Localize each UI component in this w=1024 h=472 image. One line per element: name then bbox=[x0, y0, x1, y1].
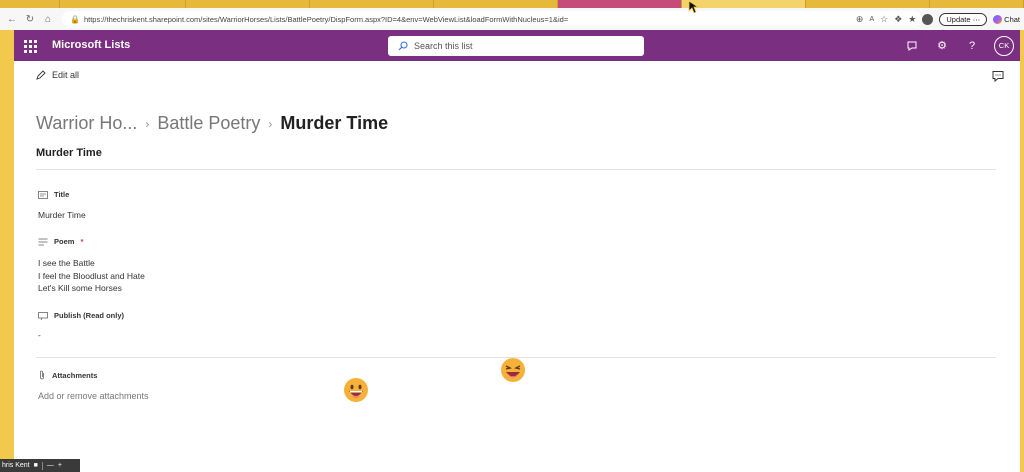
divider bbox=[41, 461, 43, 470]
poem-line: I feel the Bloodlust and Hate bbox=[38, 270, 145, 281]
browser-tab[interactable] bbox=[434, 0, 558, 8]
app-launcher-icon[interactable] bbox=[22, 38, 38, 54]
help-icon[interactable]: ? bbox=[964, 38, 980, 54]
breadcrumb-current-item: Murder Time bbox=[280, 113, 389, 133]
back-icon[interactable]: ← bbox=[4, 11, 20, 27]
calculated-field-icon bbox=[38, 311, 48, 320]
home-icon[interactable]: ⌂ bbox=[40, 11, 56, 27]
poem-line: I see the Battle bbox=[38, 258, 95, 268]
participant-name: hris Kent bbox=[2, 462, 30, 469]
favorite-star-icon[interactable]: ☆ bbox=[880, 14, 888, 25]
breadcrumb: Warrior Ho... › Battle Poetry › Murder T… bbox=[36, 113, 388, 134]
text-field-icon bbox=[38, 190, 48, 199]
zoom-icon[interactable]: ⊕ bbox=[856, 14, 864, 25]
mouse-cursor-icon bbox=[688, 0, 700, 14]
grinning-emoji-icon bbox=[344, 378, 368, 402]
pencil-icon bbox=[36, 70, 46, 80]
url-text: https://thechriskent.sharepoint.com/site… bbox=[83, 14, 569, 24]
poem-field-label: Poem * bbox=[38, 237, 83, 246]
poem-line: Let's Kill some Horses bbox=[38, 283, 122, 293]
breadcrumb-site-link[interactable]: Warrior Ho... bbox=[36, 113, 137, 134]
browser-toolbar-right: ⊕ A ☆ ❖ ★ Update ⋯ Chat bbox=[856, 11, 1020, 27]
settings-gear-icon[interactable]: ⚙ bbox=[934, 38, 950, 54]
command-bar: Edit all bbox=[14, 61, 1020, 91]
title-field-value: Murder Time bbox=[38, 210, 86, 220]
browser-tab-strip bbox=[0, 0, 1024, 8]
title-label-text: Title bbox=[54, 190, 70, 199]
laughing-emoji-icon bbox=[501, 358, 525, 382]
add-attachments-link[interactable]: Add or remove attachments bbox=[38, 391, 149, 401]
chat-button[interactable]: Chat bbox=[993, 14, 1020, 24]
required-marker: * bbox=[80, 237, 84, 246]
divider bbox=[36, 169, 996, 170]
browser-tab-active[interactable] bbox=[558, 0, 682, 8]
suite-bar: Microsoft Lists Search this list ⚙ ? CK bbox=[14, 30, 1020, 61]
item-title-heading: Murder Time bbox=[36, 147, 102, 159]
poem-label-text: Poem bbox=[54, 237, 75, 246]
refresh-icon[interactable]: ↻ bbox=[22, 11, 38, 27]
breadcrumb-list-link[interactable]: Battle Poetry bbox=[157, 113, 260, 134]
browser-tab[interactable] bbox=[310, 0, 434, 8]
comments-icon[interactable] bbox=[992, 70, 1004, 82]
lock-icon: 🔒 bbox=[70, 14, 80, 24]
profile-icon[interactable] bbox=[922, 13, 934, 25]
browser-tab[interactable] bbox=[186, 0, 310, 8]
favorites-icon[interactable]: ★ bbox=[908, 14, 916, 25]
copilot-icon bbox=[993, 14, 1003, 24]
update-button[interactable]: Update ⋯ bbox=[939, 12, 988, 26]
multiline-text-icon bbox=[38, 238, 48, 245]
attachments-label: Attachments bbox=[38, 370, 97, 380]
chevron-right-icon: › bbox=[145, 116, 150, 131]
add-icon[interactable]: + bbox=[58, 462, 62, 469]
browser-tab[interactable] bbox=[930, 0, 1024, 8]
search-placeholder: Search this list bbox=[414, 41, 473, 51]
chevron-right-icon: › bbox=[268, 116, 273, 131]
browser-address-bar: ← ↻ ⌂ 🔒 https://thechriskent.sharepoint.… bbox=[0, 8, 1024, 30]
browser-tab[interactable] bbox=[0, 0, 60, 8]
read-aloud-icon[interactable]: A bbox=[869, 16, 874, 23]
edit-all-label: Edit all bbox=[52, 70, 80, 80]
search-icon bbox=[398, 41, 408, 51]
publish-label-text: Publish (Read only) bbox=[54, 311, 125, 320]
update-label: Update bbox=[946, 14, 971, 24]
extensions-icon[interactable]: ❖ bbox=[894, 14, 902, 25]
avatar[interactable]: CK bbox=[994, 35, 1014, 56]
app-frame: Microsoft Lists Search this list ⚙ ? CK … bbox=[14, 30, 1020, 472]
minimize-icon[interactable]: — bbox=[47, 462, 54, 469]
participant-icon: ■ bbox=[33, 462, 38, 469]
chat-label: Chat bbox=[1004, 14, 1020, 24]
browser-tab[interactable] bbox=[806, 0, 930, 8]
publish-field-label: Publish (Read only) bbox=[38, 311, 124, 320]
browser-tab[interactable] bbox=[682, 0, 806, 8]
app-name[interactable]: Microsoft Lists bbox=[52, 39, 130, 51]
meeting-participant-bar[interactable]: hris Kent ■ — + bbox=[0, 459, 80, 472]
attachments-label-text: Attachments bbox=[52, 370, 98, 380]
title-field-label: Title bbox=[38, 190, 69, 199]
browser-tab[interactable] bbox=[60, 0, 186, 8]
search-input[interactable]: Search this list bbox=[388, 36, 644, 56]
paperclip-icon bbox=[40, 370, 44, 380]
url-field[interactable]: 🔒 https://thechriskent.sharepoint.com/si… bbox=[62, 11, 922, 27]
poem-field-value: I see the Battle I feel the Bloodlust an… bbox=[38, 257, 145, 295]
edit-all-button[interactable]: Edit all bbox=[36, 70, 79, 80]
feedback-icon[interactable] bbox=[904, 38, 920, 54]
suite-actions: ⚙ ? CK bbox=[904, 35, 1014, 56]
publish-field-value: - bbox=[38, 330, 41, 340]
